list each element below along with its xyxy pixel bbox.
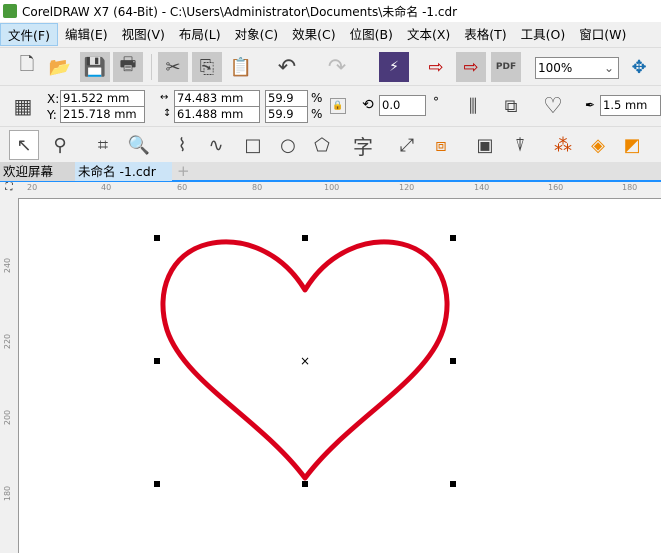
selection-handle[interactable] <box>154 358 160 364</box>
center-marker-icon: × <box>300 354 310 368</box>
selection-handle[interactable] <box>450 358 456 364</box>
heart-shape[interactable]: × <box>0 0 661 553</box>
selection-handle[interactable] <box>302 481 308 487</box>
selection-handle[interactable] <box>154 481 160 487</box>
selection-handle[interactable] <box>450 235 456 241</box>
selection-handle[interactable] <box>302 235 308 241</box>
selection-handle[interactable] <box>450 481 456 487</box>
selection-handle[interactable] <box>154 235 160 241</box>
